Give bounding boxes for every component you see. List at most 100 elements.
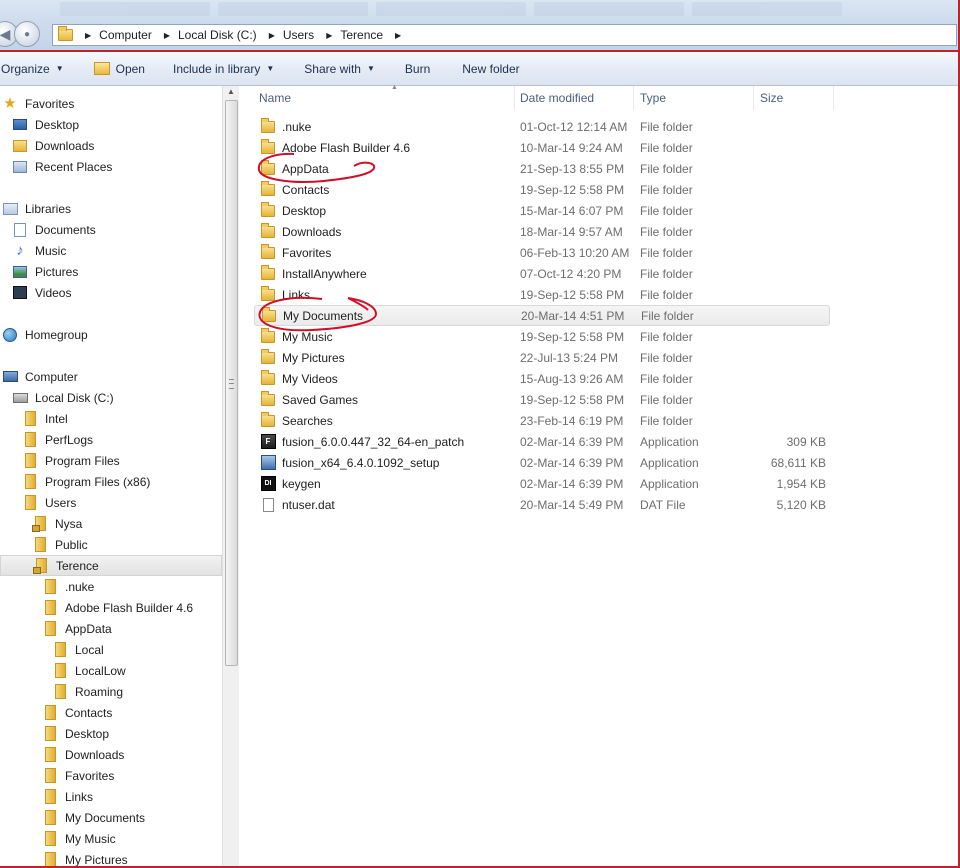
file-name-cell[interactable]: Saved Games [260, 390, 358, 408]
nav-pane-scrollbar[interactable]: ▲ [222, 86, 239, 868]
file-name-cell[interactable]: My Pictures [260, 348, 345, 366]
column-header-type[interactable]: Type [634, 86, 754, 110]
file-name-cell[interactable]: ntuser.dat [260, 497, 335, 513]
column-header-name[interactable]: Name ▲ [253, 84, 515, 110]
file-row[interactable]: My Documents 20-Mar-14 4:51 PM File folder [254, 305, 830, 326]
breadcrumb-computer[interactable]: Computer [99, 28, 152, 42]
nav-pictures[interactable]: Pictures [12, 261, 78, 282]
nav-roaming[interactable]: Roaming [52, 681, 123, 702]
nav-local-disk[interactable]: Local Disk (C:) [12, 387, 114, 408]
file-row[interactable]: Desktop 15-Mar-14 6:07 PM File folder [254, 200, 830, 221]
file-name-cell[interactable]: My Videos [260, 369, 338, 387]
column-header-date-modified[interactable]: Date modified [514, 86, 634, 110]
nav-terence-downloads[interactable]: Downloads [42, 744, 124, 765]
file-row[interactable]: My Pictures 22-Jul-13 5:24 PM File folder [254, 347, 830, 368]
nav-public[interactable]: Public [32, 534, 88, 555]
breadcrumb-users[interactable]: Users [283, 28, 314, 42]
file-name-cell[interactable]: DI keygen [260, 476, 321, 492]
nav-users[interactable]: Users [22, 492, 76, 513]
file-name-cell[interactable]: Links [260, 285, 310, 303]
nav-local[interactable]: Local [52, 639, 104, 660]
breadcrumb-terence[interactable]: Terence [340, 28, 383, 42]
share-with-menu[interactable]: Share with ▼ [284, 52, 385, 85]
file-row[interactable]: Adobe Flash Builder 4.6 10-Mar-14 9:24 AM… [254, 137, 830, 158]
file-row[interactable]: My Music 19-Sep-12 5:58 PM File folder [254, 326, 830, 347]
open-button[interactable]: Open [74, 52, 155, 85]
file-name-cell[interactable]: Ffusion_6.0.0.447_32_64-en_patch [260, 434, 464, 450]
nav-terence-mymusic[interactable]: My Music [42, 828, 116, 849]
nav-homegroup[interactable]: Homegroup [2, 324, 88, 345]
nav-terence-contacts[interactable]: Contacts [42, 702, 112, 723]
nav-nysa[interactable]: Nysa [32, 513, 82, 534]
file-row[interactable]: My Videos 15-Aug-13 9:26 AM File folder [254, 368, 830, 389]
file-name-cell[interactable]: Adobe Flash Builder 4.6 [260, 138, 410, 156]
file-name-cell[interactable]: My Music [260, 327, 333, 345]
nav-documents[interactable]: Documents [12, 219, 96, 240]
include-in-library-menu[interactable]: Include in library ▼ [155, 52, 284, 85]
nav-intel[interactable]: Intel [22, 408, 68, 429]
breadcrumb-local-disk[interactable]: Local Disk (C:) [178, 28, 257, 42]
file-row[interactable]: InstallAnywhere 07-Oct-12 4:20 PM File fol… [254, 263, 830, 284]
nav-program-files[interactable]: Program Files [22, 450, 120, 471]
file-row[interactable]: Contacts 19-Sep-12 5:58 PM File folder [254, 179, 830, 200]
nav-terence-mydocuments[interactable]: My Documents [42, 807, 145, 828]
nav-terence-links[interactable]: Links [42, 786, 93, 807]
breadcrumb-chevron-icon[interactable]: ▶ [326, 31, 332, 40]
column-header-size[interactable]: Size [754, 86, 834, 110]
contacts-folder-icon [260, 180, 276, 198]
file-row[interactable]: fusion_x64_6.4.0.1092_setup 02-Mar-14 6:3… [254, 452, 830, 473]
nav-terence-favorites[interactable]: Favorites [42, 765, 114, 786]
new-folder-button[interactable]: New folder [440, 52, 529, 85]
breadcrumb-chevron-icon[interactable]: ▶ [269, 31, 275, 40]
nav-locallow[interactable]: LocalLow [52, 660, 126, 681]
address-bar[interactable]: ▶ Computer ▶ Local Disk (C:) ▶ Users ▶ T… [52, 24, 957, 46]
file-name-cell[interactable]: Downloads [260, 222, 341, 240]
file-date: 15-Aug-13 9:26 AM [520, 371, 624, 386]
scroll-up-arrow-icon[interactable]: ▲ [225, 86, 237, 98]
file-name-cell[interactable]: fusion_x64_6.4.0.1092_setup [260, 455, 439, 471]
nav-favorites[interactable]: ★ Favorites [2, 93, 74, 114]
nav-desktop[interactable]: Desktop [12, 114, 79, 135]
nav-computer[interactable]: Computer [2, 366, 78, 387]
nav-terence-downloads-label: Downloads [65, 747, 125, 762]
nav-terence-appdata[interactable]: AppData [42, 618, 112, 639]
file-row[interactable]: Searches 23-Feb-14 6:19 PM File folder [254, 410, 830, 431]
nav-program-files-x86[interactable]: Program Files (x86) [22, 471, 150, 492]
file-row[interactable]: DI keygen 02-Mar-14 6:39 PM Application 1,95… [254, 473, 830, 494]
file-name-cell[interactable]: .nuke [260, 117, 311, 135]
file-row[interactable]: Ffusion_6.0.0.447_32_64-en_patch 02-Mar-1… [254, 431, 830, 452]
organize-menu[interactable]: Organize ▼ [0, 52, 74, 85]
file-name-cell[interactable]: Desktop [260, 201, 326, 219]
scrollbar-thumb[interactable] [225, 100, 238, 666]
file-name-cell[interactable]: AppData [260, 159, 329, 177]
breadcrumb-chevron-icon[interactable]: ▶ [85, 31, 91, 40]
file-row[interactable]: .nuke 01-Oct-12 12:14 AM File folder [254, 116, 830, 137]
file-name-cell[interactable]: My Documents [261, 306, 363, 324]
nav-terence-adobe[interactable]: Adobe Flash Builder 4.6 [42, 597, 193, 618]
breadcrumb-chevron-icon[interactable]: ▶ [395, 31, 401, 40]
column-type-label: Type [640, 91, 667, 105]
breadcrumb-chevron-icon[interactable]: ▶ [164, 31, 170, 40]
file-row[interactable]: Links 19-Sep-12 5:58 PM File folder [254, 284, 830, 305]
nav-music[interactable]: ♪ Music [12, 240, 66, 261]
nav-recent-places[interactable]: Recent Places [12, 156, 112, 177]
nav-terence-desktop[interactable]: Desktop [42, 723, 109, 744]
nav-terence[interactable]: Terence [0, 555, 222, 576]
forward-button[interactable]: ● [14, 21, 40, 47]
nav-downloads[interactable]: Downloads [12, 135, 94, 156]
file-name-cell[interactable]: Favorites [260, 243, 331, 261]
nav-terence-nuke[interactable]: .nuke [42, 576, 94, 597]
file-row[interactable]: Saved Games 19-Sep-12 5:58 PM File folder [254, 389, 830, 410]
nav-videos[interactable]: Videos [12, 282, 71, 303]
burn-button[interactable]: Burn [385, 52, 440, 85]
file-name-cell[interactable]: InstallAnywhere [260, 264, 367, 282]
file-row[interactable]: AppData 21-Sep-13 8:55 PM File folder [254, 158, 830, 179]
nav-perflogs[interactable]: PerfLogs [22, 429, 93, 450]
file-name-cell[interactable]: Searches [260, 411, 333, 429]
file-name-cell[interactable]: Contacts [260, 180, 329, 198]
nav-libraries[interactable]: Libraries [2, 198, 71, 219]
file-row[interactable]: Favorites 06-Feb-13 10:20 AM File folder [254, 242, 830, 263]
file-row[interactable]: ntuser.dat 20-Mar-14 5:49 PM DAT File 5,120… [254, 494, 830, 515]
file-row[interactable]: Downloads 18-Mar-14 9:57 AM File folder [254, 221, 830, 242]
nav-downloads-label: Downloads [35, 138, 95, 153]
